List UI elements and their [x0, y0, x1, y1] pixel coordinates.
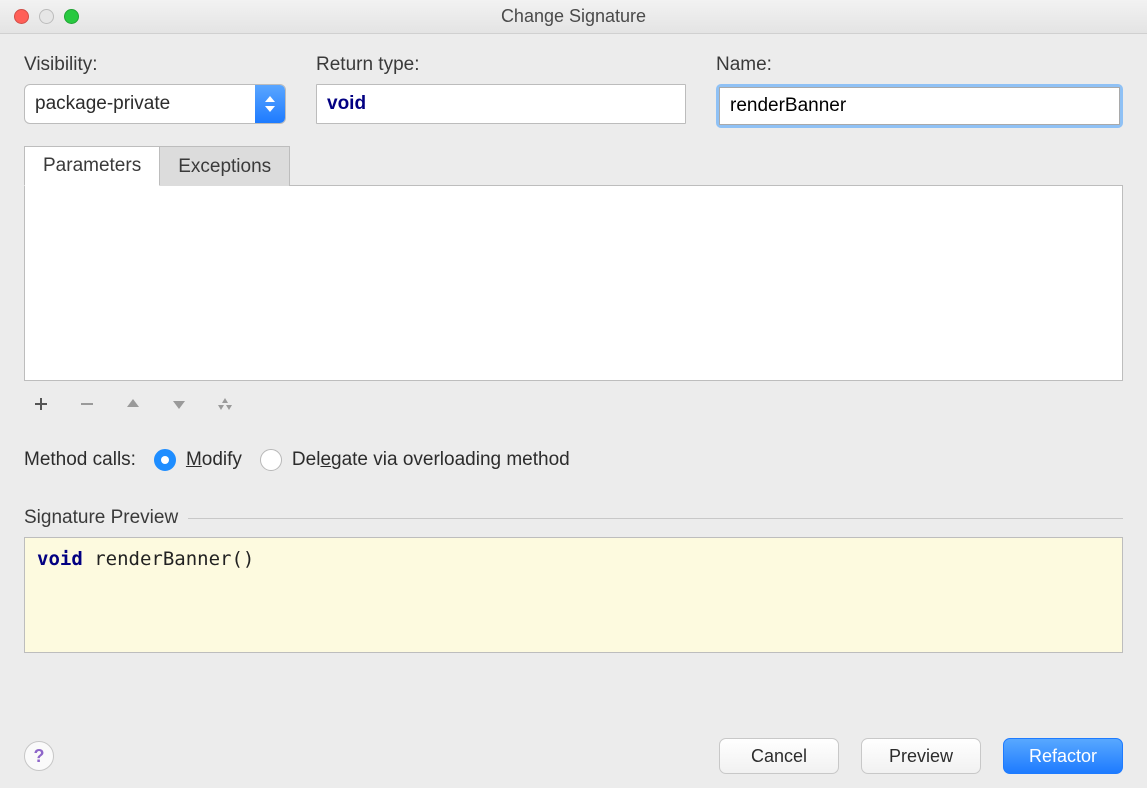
preview-rest: renderBanner() [83, 548, 255, 570]
refactor-button[interactable]: Refactor [1003, 738, 1123, 774]
name-input-focus-ring [716, 84, 1123, 128]
preview-keyword: void [37, 548, 83, 570]
method-calls-label: Method calls: [24, 449, 136, 471]
radio-delegate-icon [260, 449, 282, 471]
name-input[interactable] [719, 87, 1120, 125]
parameters-panel[interactable] [24, 185, 1123, 381]
radio-delegate[interactable]: Delegate via overloading method [260, 449, 570, 471]
visibility-dropdown-icon[interactable] [255, 85, 285, 123]
divider [188, 518, 1123, 519]
signature-preview: void renderBanner() [24, 537, 1123, 653]
radio-modify[interactable]: Modify [154, 449, 242, 471]
preview-button[interactable]: Preview [861, 738, 981, 774]
tabstrip: Parameters Exceptions [24, 146, 1123, 186]
titlebar: Change Signature [0, 0, 1147, 34]
parameters-toolbar [24, 381, 1123, 415]
remove-icon[interactable] [76, 393, 98, 415]
visibility-value: package-private [35, 93, 170, 115]
return-type-label: Return type: [316, 54, 686, 76]
help-button[interactable]: ? [24, 741, 54, 771]
radio-modify-icon [154, 449, 176, 471]
window-title: Change Signature [0, 6, 1147, 27]
return-type-input[interactable] [316, 84, 686, 124]
window-controls [14, 9, 79, 24]
close-window-icon[interactable] [14, 9, 29, 24]
signature-preview-title: Signature Preview [24, 507, 178, 529]
propagate-icon[interactable] [214, 393, 236, 415]
radio-modify-label: Modify [186, 449, 242, 471]
move-down-icon[interactable] [168, 393, 190, 415]
zoom-window-icon[interactable] [64, 9, 79, 24]
footer: ? Cancel Preview Refactor [0, 724, 1147, 788]
tab-parameters[interactable]: Parameters [24, 146, 160, 186]
name-label: Name: [716, 54, 1123, 76]
tab-exceptions[interactable]: Exceptions [160, 146, 290, 186]
visibility-label: Visibility: [24, 54, 286, 76]
cancel-button[interactable]: Cancel [719, 738, 839, 774]
radio-delegate-label: Delegate via overloading method [292, 449, 570, 471]
move-up-icon[interactable] [122, 393, 144, 415]
visibility-select[interactable]: package-private [24, 84, 286, 124]
add-icon[interactable] [30, 393, 52, 415]
minimize-window-icon[interactable] [39, 9, 54, 24]
